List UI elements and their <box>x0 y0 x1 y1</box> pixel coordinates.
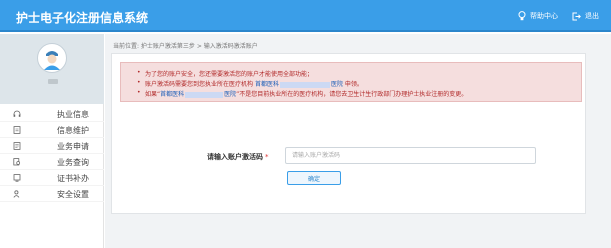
user-lock-icon <box>13 190 20 198</box>
help-center-label: 帮助中心 <box>530 12 558 20</box>
notice-text: 申领。 <box>344 81 363 88</box>
institution-name: 首都医科 医院 <box>160 91 237 98</box>
sidebar-item-certificate-reissue[interactable]: 证书补办 <box>0 170 104 186</box>
search-doc-icon <box>13 158 21 166</box>
institution-name: 首都医科 医院 <box>254 81 343 88</box>
activation-code-input[interactable] <box>285 147 536 164</box>
top-actions: 帮助中心 退出 <box>504 11 599 21</box>
breadcrumb: 当前位置: 护士账户激活第三步 > 输入激活码激活账户 <box>113 43 258 50</box>
sidebar-item-label: 业务申请 <box>57 142 89 151</box>
sidebar: 执业信息 信息维护 业务申请 业务查询 证书补办 安全设置 <box>0 34 104 248</box>
profile-panel <box>0 34 104 104</box>
sidebar-nav: 执业信息 信息维护 业务申请 业务查询 证书补办 安全设置 <box>0 106 104 202</box>
notice-text: ”不是您目前执业所在的医疗机构，请您去卫生计生行政部门办理护士执业注册的变更。 <box>236 91 468 98</box>
notice-text: 账户激活码需要您到您执业所在医疗机构 <box>145 81 254 88</box>
notice-line-1: • 为了您的账户安全，您还需要激活您的账户才能使用全部功能； <box>137 69 314 78</box>
user-name-placeholder <box>48 79 58 84</box>
document-icon <box>13 126 21 134</box>
activation-panel: • 为了您的账户安全，您还需要激活您的账户才能使用全部功能； • 账户激活码需要您到… <box>111 53 586 214</box>
sidebar-item-label: 业务查询 <box>57 158 89 167</box>
logout-label: 退出 <box>585 12 599 20</box>
sidebar-item-business-query[interactable]: 业务查询 <box>0 154 104 170</box>
logout-link[interactable]: 退出 <box>572 11 599 21</box>
notice-line-2: • 账户激活码需要您到您执业所在医疗机构 首都医科 医院 申领。 <box>137 79 363 88</box>
form-icon <box>13 142 21 150</box>
app-title: 护士电子化注册信息系统 <box>16 11 149 25</box>
sidebar-item-practice-info[interactable]: 执业信息 <box>0 106 104 122</box>
confirm-button[interactable]: 确定 <box>287 171 341 185</box>
main-content: 当前位置: 护士账户激活第三步 > 输入激活码激活账户 • 为了您的账户安全，您还… <box>105 34 611 248</box>
notice-text: 为了您的账户安全，您还需要激活您的账户才能使用全部功能； <box>145 71 314 78</box>
redacted-text <box>185 91 224 98</box>
sidebar-item-info-maintenance[interactable]: 信息维护 <box>0 122 104 138</box>
sidebar-item-label: 信息维护 <box>57 126 89 135</box>
activation-code-label: 请输入账户激活码 * <box>207 153 269 161</box>
top-bar: 护士电子化注册信息系统 帮助中心 退出 <box>0 0 611 32</box>
sidebar-item-label: 安全设置 <box>57 190 89 199</box>
sidebar-item-label: 证书补办 <box>57 174 89 183</box>
help-center-link[interactable]: 帮助中心 <box>518 11 558 21</box>
redacted-text <box>279 81 330 88</box>
sidebar-item-business-apply[interactable]: 业务申请 <box>0 138 104 154</box>
sidebar-item-security-settings[interactable]: 安全设置 <box>0 186 104 202</box>
sidebar-item-label: 执业信息 <box>57 110 89 119</box>
notice-line-3: • 如果“首都医科 医院”不是您目前执业所在的医疗机构，请您去卫生计生行政部门办理护… <box>137 89 468 98</box>
notice-text: 如果“ <box>145 91 161 98</box>
headset-icon <box>13 110 21 117</box>
notice-box: • 为了您的账户安全，您还需要激活您的账户才能使用全部功能； • 账户激活码需要您到… <box>120 62 582 102</box>
lightbulb-icon <box>518 11 526 21</box>
nurse-avatar-icon <box>37 43 67 73</box>
logout-icon <box>572 12 581 20</box>
required-mark: * <box>265 153 269 161</box>
certificate-icon <box>13 174 21 182</box>
